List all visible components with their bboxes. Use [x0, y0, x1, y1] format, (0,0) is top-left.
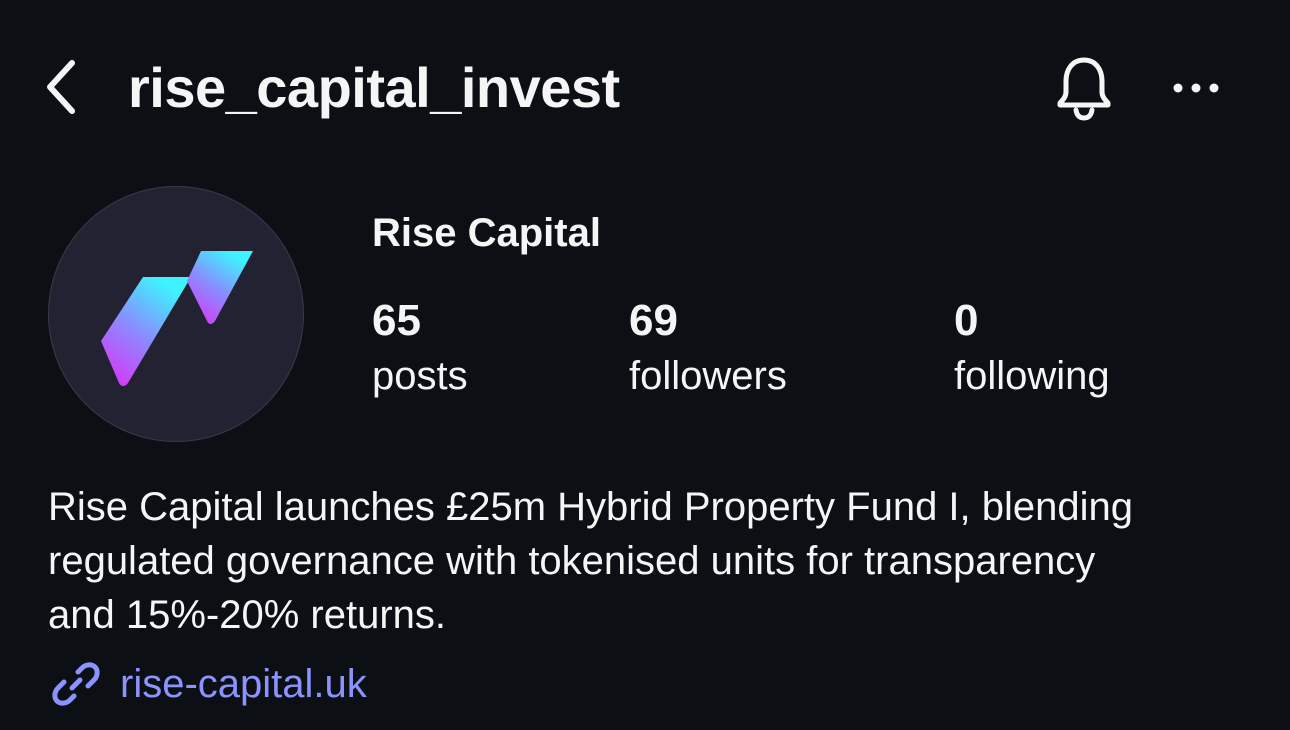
- following-count: 0: [954, 296, 979, 345]
- followers-count: 69: [629, 296, 678, 345]
- followers-label: followers: [629, 354, 787, 398]
- following-label: following: [954, 354, 1110, 398]
- more-options-button[interactable]: [1160, 60, 1232, 116]
- posts-count: 65: [372, 296, 421, 345]
- rise-capital-logo: [101, 251, 253, 386]
- back-button[interactable]: [30, 54, 90, 120]
- stat-posts[interactable]: 65 posts: [372, 294, 468, 404]
- profile-website-link[interactable]: rise-capital.uk: [48, 656, 367, 712]
- stat-followers[interactable]: 69 followers: [629, 294, 787, 404]
- bell-icon: [1057, 57, 1111, 121]
- chevron-left-icon: [47, 60, 75, 114]
- notifications-button[interactable]: [1048, 52, 1120, 124]
- stat-following[interactable]: 0 following: [954, 294, 1110, 404]
- bio-line: regulated governance with tokenised unit…: [48, 539, 1096, 583]
- profile-bio: Rise Capital launches £25m Hybrid Proper…: [48, 480, 1248, 642]
- bio-line: and 15%-20% returns.: [48, 593, 447, 637]
- link-icon: [48, 656, 104, 712]
- profile-display-name: Rise Capital: [372, 211, 601, 255]
- bio-line: Rise Capital launches £25m Hybrid Proper…: [48, 485, 1134, 529]
- more-horizontal-icon: [1173, 83, 1219, 93]
- profile-username: rise_capital_invest: [128, 56, 620, 119]
- top-navigation-bar: rise_capital_invest: [0, 0, 1290, 176]
- posts-label: posts: [372, 354, 468, 398]
- profile-avatar[interactable]: [48, 186, 304, 442]
- website-link-text[interactable]: rise-capital.uk: [120, 656, 367, 712]
